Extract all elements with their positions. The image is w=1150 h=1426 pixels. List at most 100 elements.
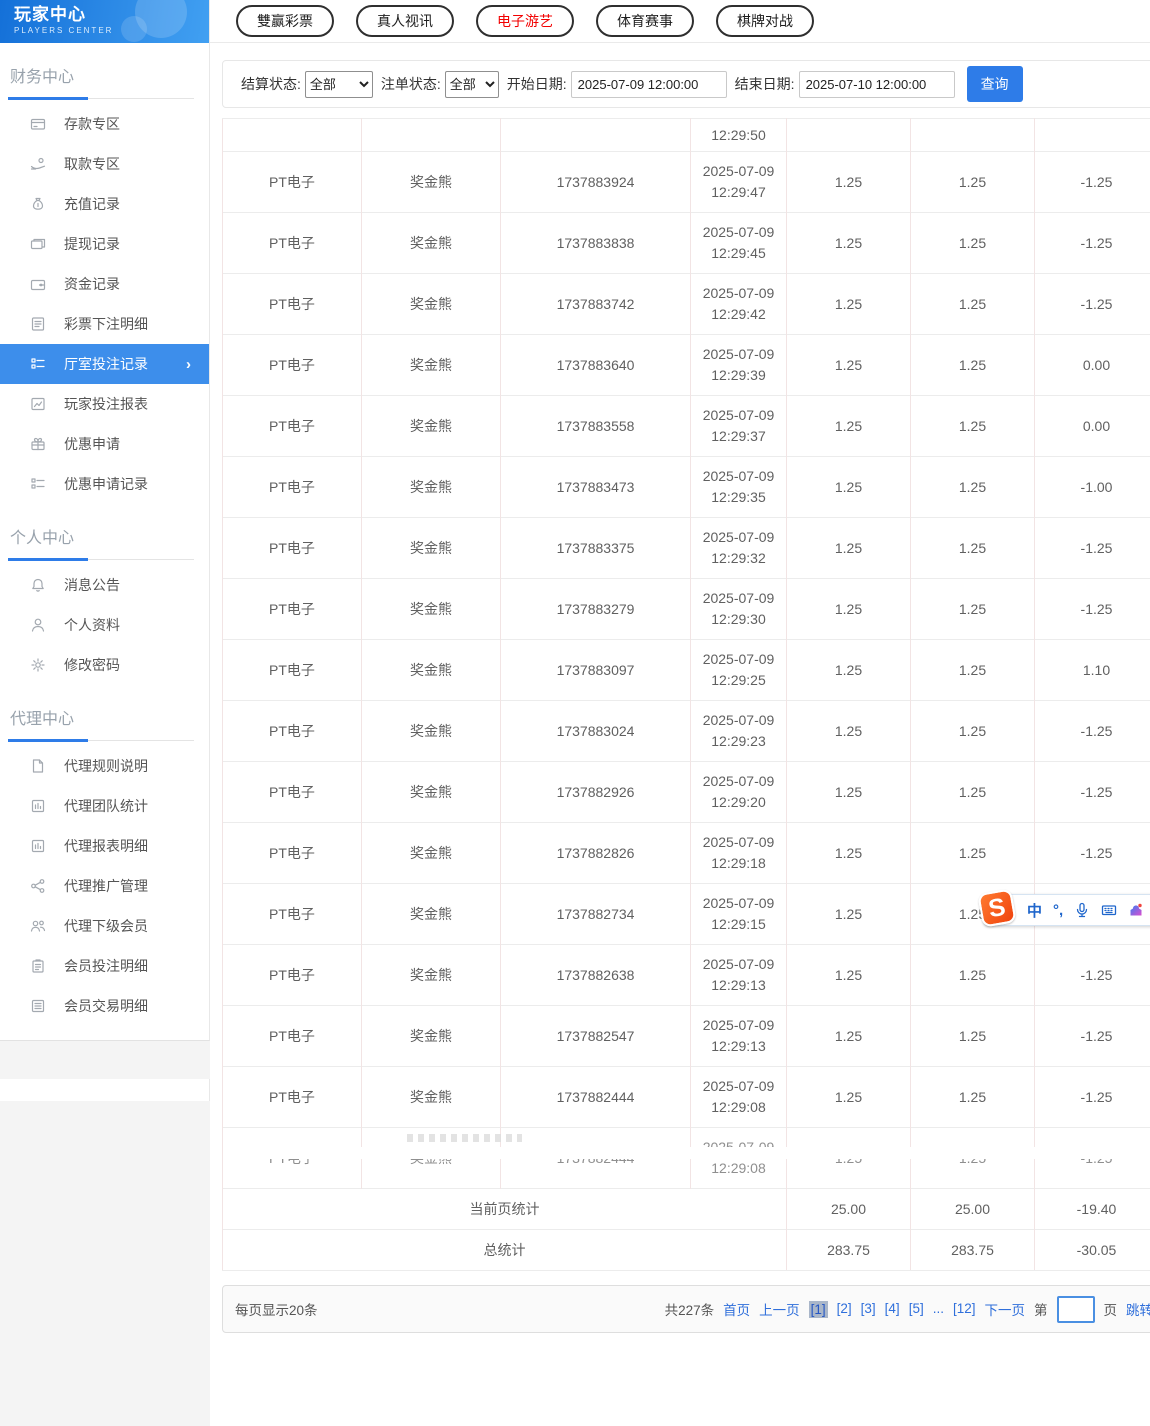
cell-valid-amount: 1.25 <box>910 578 1035 640</box>
sidebar-item-member-bet-detail[interactable]: 会员投注明细 <box>0 946 209 986</box>
page-link[interactable]: [4] <box>885 1301 900 1318</box>
sidebar-item-label: 提现记录 <box>64 236 120 252</box>
sidebar-item-deposit[interactable]: 存款专区 <box>0 104 209 144</box>
tab-3[interactable]: 电子游艺 <box>476 5 574 37</box>
cell-game-name: 奖金熊 <box>361 334 501 396</box>
promo-apply-icon <box>30 436 46 452</box>
page-link[interactable]: [12] <box>953 1301 976 1318</box>
search-button[interactable]: 查询 <box>966 66 1023 102</box>
lang-mode-icon[interactable]: 中 <box>1027 900 1042 921</box>
cell-game-type: PT电子 <box>222 151 362 213</box>
cell-game-name: 奖金熊 <box>361 883 501 945</box>
sidebar-item-label: 代理团队统计 <box>64 798 148 814</box>
cell-bet-time: 2025-07-09 12:29:18 <box>690 822 787 884</box>
table-row: PT电子 奖金熊 1737883097 2025-07-09 12:29:25 1.25 1… <box>222 639 1150 701</box>
microphone-icon[interactable] <box>1074 902 1090 918</box>
sidebar-item-player-bet-report[interactable]: 玩家投注报表 <box>0 384 209 424</box>
cell-bet-amount: 1.25 <box>786 517 911 579</box>
cell-bet-amount: 1.25 <box>786 456 911 518</box>
cell-valid-amount: 1.25 <box>910 944 1035 1006</box>
sidebar-item-agent-members[interactable]: 代理下级会员 <box>0 906 209 946</box>
pagination-controls: 共227条 首页 上一页 [1] [2] [3] [4] [5]... [12] 下一页 … <box>665 1295 1150 1323</box>
recharge-record-icon <box>30 196 46 212</box>
page-link[interactable]: [3] <box>861 1301 876 1318</box>
sidebar-item-notice[interactable]: 消息公告 <box>0 565 209 605</box>
table-row: PT电子 奖金熊 1737883375 2025-07-09 12:29:32 1.25 1… <box>222 517 1150 579</box>
member-bet-detail-icon <box>30 958 46 974</box>
cell-game-name: 奖金熊 <box>361 822 501 884</box>
cell-order-no: 1737883375 <box>500 517 691 579</box>
cell-order-no: 1737883742 <box>500 273 691 335</box>
order-status-select[interactable]: 全部 <box>444 70 499 98</box>
bet-time: 12:29:18 <box>711 855 766 871</box>
cell-bet-time: 2025-07-09 12:29:23 <box>690 700 787 762</box>
tab-5[interactable]: 棋牌对战 <box>716 5 814 37</box>
skin-icon[interactable] <box>1128 902 1144 918</box>
sidebar-item-withdrawal-record[interactable]: 提现记录 <box>0 224 209 264</box>
page-link[interactable]: [2] <box>837 1301 852 1318</box>
cell-game-type: PT电子 <box>222 273 362 335</box>
page-link[interactable]: ... <box>933 1301 944 1318</box>
bet-time: 12:29:39 <box>711 367 766 383</box>
cell-bet-amount: 1.25 <box>786 700 911 762</box>
sidebar-item-promo-apply-record[interactable]: 优惠申请记录 <box>0 464 209 504</box>
tab-2[interactable]: 真人视讯 <box>356 5 454 37</box>
sidebar-item-label: 资金记录 <box>64 276 120 292</box>
sidebar-item-hall-bet-record[interactable]: 厅室投注记录 › <box>0 344 209 384</box>
settle-status-select[interactable]: 全部 <box>304 70 373 98</box>
summary-label: 当前页统计 <box>222 1188 787 1230</box>
jump-page-input[interactable] <box>1056 1295 1095 1323</box>
tab-1[interactable]: 雙赢彩票 <box>236 5 334 37</box>
sidebar-item-label: 充值记录 <box>64 196 120 212</box>
cell-game-name: 奖金熊 <box>361 273 501 335</box>
sidebar-item-withdraw[interactable]: 取款专区 <box>0 144 209 184</box>
end-date-input[interactable] <box>798 70 955 98</box>
cell-game-name: 奖金熊 <box>361 395 501 457</box>
filter-bar: 结算状态: 全部 注单状态: 全部 开始日期: 结束日期: 查询 <box>222 60 1150 108</box>
main-content: 雙赢彩票 真人视讯 电子游艺 体育赛事 棋牌对战 结算状态: 全部 注单状态: 全部 开… <box>210 0 1150 1426</box>
table-summary-row: 当前页统计 25.00 25.00 -19.40 <box>222 1188 1150 1230</box>
table-row-partial: 12:29:50 <box>222 118 1150 152</box>
hall-bet-record-icon <box>30 356 46 372</box>
keyboard-icon[interactable] <box>1101 902 1117 918</box>
cell-order-no: 1737882547 <box>500 1005 691 1067</box>
sidebar-item-password[interactable]: 修改密码 <box>0 645 209 685</box>
chevron-right-icon: › <box>186 355 191 373</box>
start-date-input[interactable] <box>570 70 727 98</box>
sidebar-item-agent-team-stats[interactable]: 代理团队统计 <box>0 786 209 826</box>
punctuation-icon[interactable]: °, <box>1053 902 1063 919</box>
sidebar-item-lottery-bet-detail[interactable]: 彩票下注明细 <box>0 304 209 344</box>
sogou-logo-icon[interactable]: S <box>977 888 1017 928</box>
first-page-link[interactable]: 首页 <box>723 1299 750 1319</box>
cell-win-loss: 1.10 <box>1034 639 1150 701</box>
jump-button[interactable]: 跳转 <box>1126 1299 1150 1319</box>
cell-valid-amount: 1.25 <box>910 212 1035 274</box>
table-row: PT电子 奖金熊 1737883279 2025-07-09 12:29:30 1.25 1… <box>222 578 1150 640</box>
cell-game-type: PT电子 <box>222 517 362 579</box>
tab-4[interactable]: 体育赛事 <box>596 5 694 37</box>
bet-time: 12:29:45 <box>711 245 766 261</box>
sidebar-item-agent-rules[interactable]: 代理规则说明 <box>0 746 209 786</box>
sidebar-item-agent-report-detail[interactable]: 代理报表明细 <box>0 826 209 866</box>
cell-game-name: 奖金熊 <box>361 212 501 274</box>
cell-order-no: 1737882826 <box>500 822 691 884</box>
next-page-link[interactable]: 下一页 <box>985 1299 1026 1319</box>
start-date-label: 开始日期: <box>506 76 567 92</box>
cell-game-name: 奖金熊 <box>361 944 501 1006</box>
sidebar-item-profile[interactable]: 个人资料 <box>0 605 209 645</box>
sidebar-item-funds-record[interactable]: 资金记录 <box>0 264 209 304</box>
sidebar-item-recharge-record[interactable]: 充值记录 <box>0 184 209 224</box>
cell-game-name: 奖金熊 <box>361 639 501 701</box>
sidebar-item-promo-apply[interactable]: 优惠申请 <box>0 424 209 464</box>
cell-order-no: 1737883558 <box>500 395 691 457</box>
sidebar-item-label: 厅室投注记录 <box>64 356 148 372</box>
prev-page-link[interactable]: 上一页 <box>759 1299 800 1319</box>
sidebar-item-member-transaction-detail[interactable]: 会员交易明细 <box>0 986 209 1026</box>
page-link[interactable]: [5] <box>909 1301 924 1318</box>
sidebar-footer-band <box>0 1079 210 1101</box>
page-link-current[interactable]: [1] <box>808 1300 828 1318</box>
sidebar-item-agent-promotion[interactable]: 代理推广管理 <box>0 866 209 906</box>
sidebar-item-label: 会员投注明细 <box>64 958 148 974</box>
table-row: PT电子 奖金熊 1737882547 2025-07-09 12:29:13 1.25 1… <box>222 1005 1150 1067</box>
settle-status-label: 结算状态: <box>241 76 301 92</box>
